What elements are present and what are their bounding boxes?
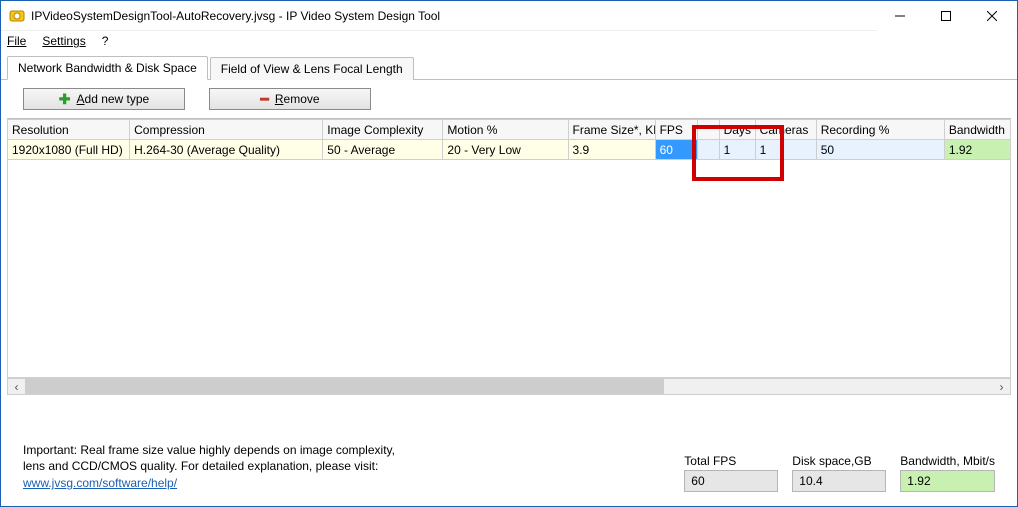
cell-frame-size[interactable]: 3.9 [568, 140, 655, 160]
col-frame-size[interactable]: Frame Size*, KB [568, 120, 655, 140]
col-recording[interactable]: Recording % [816, 120, 944, 140]
app-window: IPVideoSystemDesignTool-AutoRecovery.jvs… [0, 0, 1018, 507]
cell-cameras[interactable]: 1 [755, 140, 816, 160]
cell-compression[interactable]: H.264-30 (Average Quality) [130, 140, 323, 160]
cell-motion[interactable]: 20 - Very Low [443, 140, 568, 160]
col-bandwidth[interactable]: Bandwidth [944, 120, 1010, 140]
col-motion[interactable]: Motion % [443, 120, 568, 140]
help-link[interactable]: www.jvsg.com/software/help/ [23, 476, 177, 490]
app-icon [9, 8, 25, 24]
col-resolution[interactable]: Resolution [8, 120, 130, 140]
cell-fps[interactable]: 60 [655, 140, 697, 160]
bandwidth-label: Bandwidth, Mbit/s [900, 454, 995, 468]
cell-empty[interactable] [697, 140, 719, 160]
disk-space-value: 10.4 [792, 470, 886, 492]
plus-icon: ✚ [59, 94, 71, 104]
minimize-button[interactable] [877, 1, 923, 31]
tab-row: Network Bandwidth & Disk Space Field of … [1, 53, 1017, 79]
cell-bandwidth[interactable]: 1.92 [944, 140, 1010, 160]
cell-recording[interactable]: 50 [816, 140, 944, 160]
col-image-complexity[interactable]: Image Complexity [323, 120, 443, 140]
data-grid: Resolution Compression Image Complexity … [7, 118, 1011, 160]
bandwidth-value: 1.92 [900, 470, 995, 492]
minus-icon: ━ [260, 94, 268, 104]
disk-space-label: Disk space,GB [792, 454, 886, 468]
cell-resolution[interactable]: 1920x1080 (Full HD) [8, 140, 130, 160]
remove-button[interactable]: ━ Remove [209, 88, 371, 110]
grid-header-row: Resolution Compression Image Complexity … [8, 120, 1011, 140]
close-button[interactable] [969, 1, 1015, 31]
footer-note: Important: Real frame size value highly … [23, 442, 395, 492]
totals: Total FPS 60 Disk space,GB 10.4 Bandwidt… [684, 454, 995, 492]
title-bar: IPVideoSystemDesignTool-AutoRecovery.jvs… [1, 1, 1017, 31]
add-new-type-button[interactable]: ✚ Add new type [23, 88, 185, 110]
cell-days[interactable]: 1 [719, 140, 755, 160]
window-controls [877, 1, 1015, 31]
col-fps[interactable]: FPS [655, 120, 697, 140]
scroll-left-arrow[interactable]: ‹ [8, 379, 25, 394]
note-line2: lens and CCD/CMOS quality. For detailed … [23, 458, 395, 475]
scroll-thumb[interactable] [25, 379, 664, 394]
tab-fov[interactable]: Field of View & Lens Focal Length [210, 57, 414, 80]
col-compression[interactable]: Compression [130, 120, 323, 140]
maximize-button[interactable] [923, 1, 969, 31]
toolbar: ✚ Add new type ━ Remove [1, 80, 1017, 118]
note-line1: Important: Real frame size value highly … [23, 442, 395, 459]
window-title: IPVideoSystemDesignTool-AutoRecovery.jvs… [31, 9, 877, 23]
total-fps-value: 60 [684, 470, 778, 492]
col-cameras[interactable]: Cameras [755, 120, 816, 140]
col-empty[interactable] [697, 120, 719, 140]
table-row[interactable]: 1920x1080 (Full HD) H.264-30 (Average Qu… [8, 140, 1011, 160]
menu-file[interactable]: File [7, 34, 26, 48]
scroll-track[interactable] [25, 379, 993, 394]
menu-settings[interactable]: Settings [42, 34, 85, 48]
grid-empty-area [7, 160, 1011, 378]
footer: Important: Real frame size value highly … [1, 434, 1017, 506]
cell-complexity[interactable]: 50 - Average [323, 140, 443, 160]
scroll-right-arrow[interactable]: › [993, 379, 1010, 394]
menu-bar: File Settings ? [1, 31, 1017, 51]
menu-help[interactable]: ? [102, 34, 109, 48]
horizontal-scrollbar[interactable]: ‹ › [7, 378, 1011, 395]
tab-bandwidth[interactable]: Network Bandwidth & Disk Space [7, 56, 208, 80]
col-days[interactable]: Days [719, 120, 755, 140]
total-fps-label: Total FPS [684, 454, 778, 468]
